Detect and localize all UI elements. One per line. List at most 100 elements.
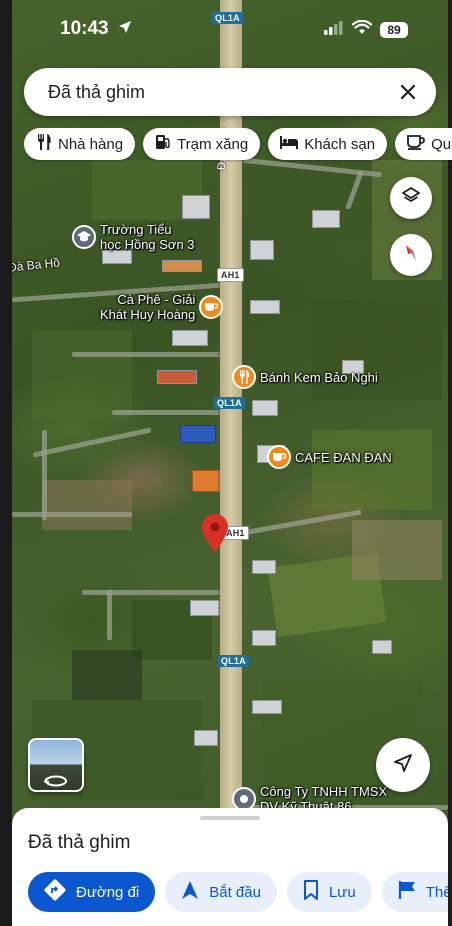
poi-label: học Hồng Sơn 3: [100, 237, 195, 252]
fork-knife-icon: [36, 134, 52, 154]
building: [180, 425, 216, 443]
map-field: [312, 430, 432, 510]
building: [252, 630, 276, 646]
navigation-arrow-icon: [393, 753, 413, 778]
building: [250, 240, 274, 260]
search-text[interactable]: Đã thả ghim: [48, 82, 396, 103]
street-view-thumbnail[interactable]: [28, 738, 84, 792]
building: [372, 640, 392, 654]
gas-station-icon: [155, 134, 171, 154]
side-road: [82, 590, 222, 595]
coffee-cup-icon: [199, 295, 224, 319]
compass-icon: [400, 242, 422, 269]
fork-knife-icon: [232, 365, 256, 389]
sheet-drag-handle[interactable]: [200, 816, 260, 820]
building: [162, 260, 202, 272]
street-view-rotate-icon: [43, 774, 68, 790]
save-button[interactable]: Lưu: [286, 872, 372, 912]
status-bar: 10:43 89: [0, 0, 452, 58]
add-more-button[interactable]: Thêm: [381, 872, 448, 912]
layers-icon: [401, 186, 421, 211]
action-label: Thêm: [425, 883, 448, 901]
bookmark-icon: [303, 880, 319, 904]
side-road: [242, 509, 362, 536]
chip-restaurants[interactable]: Nhà hàng: [24, 128, 136, 160]
wifi-icon: [351, 19, 373, 40]
chip-label: Quán: [431, 135, 452, 153]
side-road: [345, 170, 364, 210]
poi-label: Công Ty TNHH TMSX: [260, 784, 388, 799]
side-road: [72, 352, 222, 357]
building: [102, 250, 132, 264]
side-road: [107, 590, 112, 640]
building: [182, 195, 210, 219]
action-label: Lưu: [328, 883, 356, 901]
side-road: [42, 430, 47, 520]
bed-icon: [280, 135, 299, 153]
action-buttons: Đường đi Bắt đầu Lưu Thêm: [28, 872, 448, 912]
poi-label: Bánh Kem Bảo Nghi: [260, 369, 378, 385]
highway-ql1a: [220, 0, 242, 820]
action-label: Đường đi: [76, 883, 140, 901]
directions-button[interactable]: Đường đi: [28, 872, 156, 912]
poi-school[interactable]: Trường Tiểu học Hồng Sơn 3: [72, 222, 195, 252]
navigation-arrow-icon: [181, 880, 199, 904]
map-field: [42, 480, 132, 530]
place-title: Đã thả ghim: [28, 832, 131, 853]
road-shield: QL1A: [218, 655, 249, 667]
place-bottom-sheet[interactable]: Đã thả ghim Đường đi Bắt đầu Lưu Thêm: [12, 808, 448, 926]
side-road: [32, 427, 152, 458]
building: [157, 370, 197, 384]
dropped-pin-icon[interactable]: [202, 514, 228, 552]
map-field: [32, 330, 132, 420]
road-shield: AH1: [217, 268, 244, 282]
chip-gas-stations[interactable]: Trạm xăng: [143, 128, 261, 160]
street-label: Đà Ba Hồ: [12, 255, 61, 275]
category-chips: Nhà hàng Trạm xăng Khách sạn Quán: [24, 128, 452, 162]
building: [192, 470, 222, 492]
building: [194, 730, 218, 746]
building: [312, 210, 340, 228]
building: [250, 300, 280, 314]
my-location-button[interactable]: [376, 738, 430, 792]
building: [252, 700, 282, 714]
poi-cafe-huy-hoang[interactable]: Cà Phê - Giải Khát Huy Hoàng: [100, 292, 224, 322]
chip-cafes[interactable]: Quán: [395, 128, 452, 160]
compass-button[interactable]: [390, 234, 432, 276]
building: [252, 560, 276, 574]
flag-icon: [398, 880, 416, 904]
directions-icon: [44, 879, 66, 905]
coffee-cup-icon: [267, 445, 291, 469]
poi-label: Trường Tiểu: [100, 222, 172, 237]
poi-label: Khát Huy Hoàng: [100, 307, 196, 322]
chip-label: Trạm xăng: [177, 135, 249, 153]
poi-banh-kem-bao-nghi[interactable]: Bánh Kem Bảo Nghi: [232, 365, 378, 389]
chip-label: Khách sạn: [304, 135, 376, 153]
search-bar[interactable]: Đã thả ghim: [24, 68, 436, 116]
status-time: 10:43: [60, 18, 132, 40]
cellular-signal-icon: [324, 20, 344, 40]
map-canvas[interactable]: QL1A AH1 QL1A AH1 QL1A Đ. QL1A Đà Ba Hồ …: [12, 0, 448, 820]
building: [172, 330, 208, 346]
building: [252, 400, 278, 416]
close-icon[interactable]: [396, 80, 420, 104]
layers-button[interactable]: [390, 177, 432, 219]
school-icon: [72, 225, 96, 249]
battery-indicator: 89: [380, 22, 408, 38]
map-field: [352, 520, 442, 580]
map-field: [72, 650, 142, 700]
action-label: Bắt đầu: [209, 883, 261, 901]
side-road: [12, 512, 132, 517]
chip-label: Nhà hàng: [58, 135, 124, 153]
clock-text: 10:43: [60, 18, 109, 40]
building: [190, 600, 220, 616]
side-road: [112, 410, 222, 415]
road-shield: QL1A: [214, 397, 245, 409]
poi-label: Cà Phê - Giải: [117, 292, 196, 307]
cup-icon: [407, 134, 425, 154]
location-arrow-icon: [118, 18, 132, 40]
start-button[interactable]: Bắt đầu: [165, 872, 277, 912]
poi-label: CAFE ĐAN ĐAN: [295, 449, 392, 465]
chip-hotels[interactable]: Khách sạn: [268, 128, 388, 160]
poi-cafe-dan-dan[interactable]: CAFE ĐAN ĐAN: [267, 445, 392, 469]
